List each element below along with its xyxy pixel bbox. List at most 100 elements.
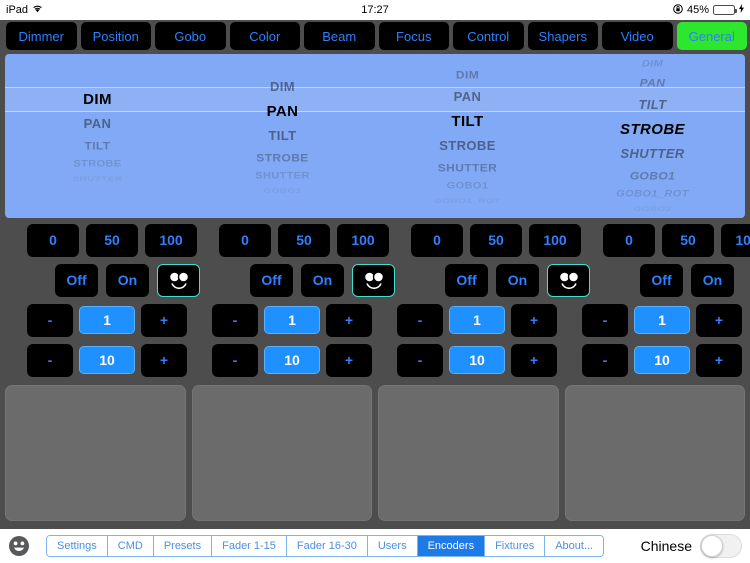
coarse-increment-button[interactable]: +	[696, 303, 742, 337]
segment-cmd[interactable]: CMD	[107, 536, 154, 556]
picker-option[interactable]: SHUTTER	[190, 169, 375, 183]
segment-users[interactable]: Users	[367, 536, 418, 556]
picker-option[interactable]: DIM	[190, 75, 375, 99]
preset-button-50[interactable]: 50	[662, 223, 714, 257]
picker-option[interactable]: GOBO1_ROT	[375, 197, 560, 205]
fine-value-display[interactable]: 10	[634, 346, 690, 374]
attribute-tab-dimmer[interactable]: Dimmer	[6, 22, 77, 50]
coarse-decrement-button[interactable]: -	[582, 303, 628, 337]
segment-fader-16-30[interactable]: Fader 16-30	[286, 536, 368, 556]
coarse-increment-button[interactable]: +	[511, 303, 557, 337]
attribute-tab-video[interactable]: Video	[602, 22, 673, 50]
preset-button-0[interactable]: 0	[27, 223, 79, 257]
picker-option[interactable]: SHUTTER	[375, 158, 560, 176]
coarse-value-display[interactable]: 1	[634, 306, 690, 334]
preset-button-50[interactable]: 50	[86, 223, 138, 257]
picker-encoder-1[interactable]: DIM PAN TILT STROBE SHUTTER	[5, 54, 190, 218]
segment-settings[interactable]: Settings	[47, 536, 108, 556]
preset-button-100[interactable]: 100	[529, 223, 581, 257]
picker-option[interactable]: STROBE	[5, 157, 190, 171]
segment-encoders[interactable]: Encoders	[417, 536, 486, 556]
preset-button-0[interactable]: 0	[603, 223, 655, 257]
toggle-button-off[interactable]: Off	[640, 263, 683, 297]
coarse-decrement-button[interactable]: -	[397, 303, 443, 337]
preset-button-100[interactable]: 100	[721, 223, 750, 257]
language-switch[interactable]	[700, 534, 742, 558]
coarse-decrement-button[interactable]: -	[212, 303, 258, 337]
picker-option[interactable]: GOBO2	[560, 205, 745, 213]
picker-option[interactable]: PAN	[560, 74, 745, 92]
preset-button-50[interactable]: 50	[278, 223, 330, 257]
segment-fixtures[interactable]: Fixtures	[485, 536, 546, 556]
attribute-tab-shapers[interactable]: Shapers	[527, 22, 598, 50]
picker-option[interactable]: GOBO1	[375, 179, 560, 193]
picker-option[interactable]: SHUTTER	[560, 142, 745, 166]
picker-option[interactable]: STROBE	[190, 148, 375, 166]
picker-option[interactable]: PAN	[5, 112, 190, 136]
fine-decrement-button[interactable]: -	[212, 343, 258, 377]
picker-encoder-3[interactable]: DIM PAN TILT STROBE SHUTTER GOBO1 GOBO1_ROT	[375, 54, 560, 218]
attribute-tab-color[interactable]: Color	[229, 22, 300, 50]
preset-button-50[interactable]: 50	[470, 223, 522, 257]
fine-value-display[interactable]: 10	[264, 346, 320, 374]
picker-option[interactable]: TILT	[5, 136, 190, 154]
picker-option[interactable]: TILT	[560, 93, 745, 117]
picker-option[interactable]: DIM	[375, 65, 560, 83]
coarse-value-display[interactable]: 1	[79, 306, 135, 334]
attribute-tab-general[interactable]: General	[676, 22, 747, 50]
toggle-button-on[interactable]: On	[691, 263, 734, 297]
toggle-button-on[interactable]: On	[106, 263, 149, 297]
fine-value-display[interactable]: 10	[79, 346, 135, 374]
picker-selected-option[interactable]: DIM	[5, 87, 190, 112]
picker-selected-option[interactable]: PAN	[190, 99, 375, 124]
fine-increment-button[interactable]: +	[141, 343, 187, 377]
segment-fader-1-15[interactable]: Fader 1-15	[212, 536, 287, 556]
attribute-tab-beam[interactable]: Beam	[304, 22, 375, 50]
toggle-button-on[interactable]: On	[496, 263, 539, 297]
toggle-button-off[interactable]: Off	[445, 263, 488, 297]
picker-option[interactable]: PAN	[375, 85, 560, 109]
coarse-value-display[interactable]: 1	[449, 306, 505, 334]
preset-button-100[interactable]: 100	[145, 223, 197, 257]
toggle-button-on[interactable]: On	[301, 263, 344, 297]
toggle-button-off[interactable]: Off	[250, 263, 293, 297]
picker-option[interactable]: DIM	[560, 58, 745, 72]
fine-increment-button[interactable]: +	[326, 343, 372, 377]
display-panel-2[interactable]	[191, 385, 372, 521]
coarse-increment-button[interactable]: +	[141, 303, 187, 337]
display-panel-3[interactable]	[378, 385, 559, 521]
attribute-tab-position[interactable]: Position	[80, 22, 151, 50]
fine-decrement-button[interactable]: -	[27, 343, 73, 377]
coarse-increment-button[interactable]: +	[326, 303, 372, 337]
smiley-face-icon[interactable]	[8, 535, 30, 557]
fine-decrement-button[interactable]: -	[582, 343, 628, 377]
picker-option[interactable]: STROBE	[375, 134, 560, 158]
face-icon[interactable]	[157, 263, 200, 297]
toggle-button-off[interactable]: Off	[55, 263, 98, 297]
picker-option[interactable]: TILT	[190, 124, 375, 148]
segment-about[interactable]: About...	[545, 536, 604, 556]
coarse-decrement-button[interactable]: -	[27, 303, 73, 337]
picker-option[interactable]: SHUTTER	[5, 175, 190, 183]
segment-presets[interactable]: Presets	[153, 536, 213, 556]
fine-value-display[interactable]: 10	[449, 346, 505, 374]
attribute-tab-control[interactable]: Control	[453, 22, 524, 50]
picker-selected-option[interactable]: TILT	[375, 109, 560, 134]
picker-encoder-2[interactable]: DIM PAN TILT STROBE SHUTTER GOBO1	[190, 54, 375, 218]
fine-increment-button[interactable]: +	[511, 343, 557, 377]
preset-button-0[interactable]: 0	[411, 223, 463, 257]
face-icon[interactable]	[547, 263, 590, 297]
preset-button-0[interactable]: 0	[219, 223, 271, 257]
picker-selected-option[interactable]: STROBE	[560, 117, 745, 142]
picker-option[interactable]: GOBO1_ROT	[560, 188, 745, 202]
preset-button-100[interactable]: 100	[337, 223, 389, 257]
picker-option[interactable]: GOBO1	[190, 187, 375, 195]
picker-option[interactable]: GOBO1	[560, 167, 745, 185]
attribute-tab-gobo[interactable]: Gobo	[155, 22, 226, 50]
fine-increment-button[interactable]: +	[696, 343, 742, 377]
attribute-tab-focus[interactable]: Focus	[378, 22, 449, 50]
coarse-value-display[interactable]: 1	[264, 306, 320, 334]
display-panel-4[interactable]	[564, 385, 745, 521]
face-icon[interactable]	[352, 263, 395, 297]
fine-decrement-button[interactable]: -	[397, 343, 443, 377]
